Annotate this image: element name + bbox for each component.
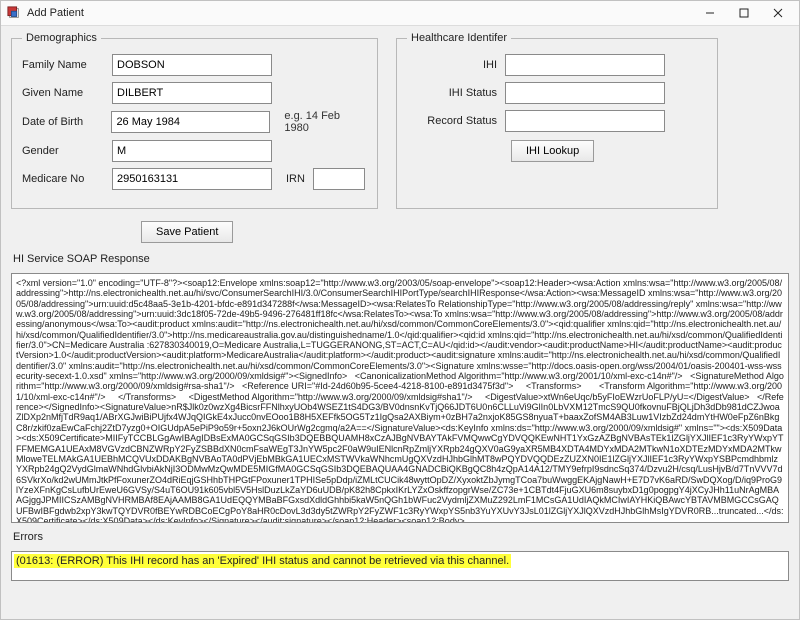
errors-box[interactable]: (01613: (ERROR) This IHI record has an '… (11, 551, 789, 581)
window-close-button[interactable] (761, 2, 795, 24)
given-name-input[interactable] (112, 82, 272, 104)
medicare-label: Medicare No (22, 173, 104, 185)
gender-label: Gender (22, 145, 104, 157)
error-line: (01613: (ERROR) This IHI record has an '… (14, 554, 511, 568)
soap-response-box[interactable] (11, 273, 789, 523)
family-name-label: Family Name (22, 59, 104, 71)
ihi-status-label: IHI Status (407, 87, 497, 99)
errors-label: Errors (13, 531, 789, 543)
record-status-label: Record Status (407, 115, 497, 127)
irn-input[interactable] (313, 168, 365, 190)
given-name-label: Given Name (22, 87, 104, 99)
ihi-status-input[interactable] (505, 82, 665, 104)
medicare-input[interactable] (112, 168, 272, 190)
app-icon (7, 6, 21, 20)
record-status-input[interactable] (505, 110, 665, 132)
demographics-legend: Demographics (22, 32, 101, 44)
ihi-input[interactable] (505, 54, 665, 76)
titlebar: Add Patient (1, 1, 799, 26)
dob-hint: e.g. 14 Feb 1980 (284, 110, 367, 134)
demographics-group: Demographics Family Name Given Name Date… (11, 32, 378, 209)
irn-label: IRN (286, 173, 305, 185)
window-maximize-button[interactable] (727, 2, 761, 24)
window-minimize-button[interactable] (693, 2, 727, 24)
healthcare-identifier-group: Healthcare Identifer IHI IHI Status Reco… (396, 32, 718, 209)
family-name-input[interactable] (112, 54, 272, 76)
add-patient-window: Add Patient Demographics Family Name (0, 0, 800, 620)
dob-label: Date of Birth (22, 116, 103, 128)
healthcare-identifier-legend: Healthcare Identifer (407, 32, 511, 44)
gender-input[interactable] (112, 140, 272, 162)
dob-input[interactable] (111, 111, 270, 133)
soap-response-label: HI Service SOAP Response (13, 253, 789, 265)
window-title: Add Patient (27, 7, 84, 19)
save-patient-button[interactable]: Save Patient (141, 221, 233, 243)
ihi-label: IHI (407, 59, 497, 71)
ihi-lookup-button[interactable]: IHI Lookup (511, 140, 594, 162)
